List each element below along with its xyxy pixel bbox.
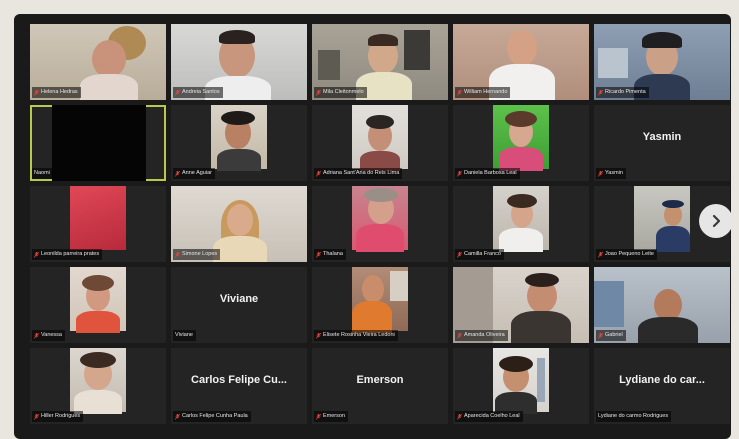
participant-name-label: Helena Hedras xyxy=(32,87,81,98)
mic-off-icon xyxy=(316,170,321,177)
mic-off-icon xyxy=(316,413,321,420)
participant-gallery: Helena Hedras Andreia Santos Mila Cleito… xyxy=(30,24,730,439)
participant-display-name: Emerson xyxy=(356,374,404,386)
video-call-window: Helena Hedras Andreia Santos Mila Cleito… xyxy=(14,14,731,439)
participant-video xyxy=(352,267,408,333)
participant-tile[interactable]: Gabriel xyxy=(594,267,730,343)
participant-display-name: Viviane xyxy=(219,293,259,305)
mic-off-icon xyxy=(34,251,39,258)
mic-off-icon xyxy=(175,170,180,177)
participant-name-label: Lydiane do carmo Rodrigues xyxy=(596,411,672,422)
mic-off-icon xyxy=(598,89,603,96)
participant-name-label: Andreia Santos xyxy=(173,87,223,98)
participant-name-label: Camilla Franco xyxy=(455,249,504,260)
participant-name-label: William Hernando xyxy=(455,87,511,98)
mic-off-icon xyxy=(175,251,180,258)
participant-display-name: Lydiane do car... xyxy=(619,374,705,386)
participant-video xyxy=(493,186,549,252)
participant-tile[interactable]: Emerson Emerson xyxy=(312,348,448,424)
participant-tile[interactable]: Ricardo Pimenta xyxy=(594,24,730,100)
participant-name-label: Yasmin xyxy=(596,168,626,179)
mic-off-icon xyxy=(175,413,180,420)
participant-tile[interactable]: Elisete Rosinha Vieira Ledoni xyxy=(312,267,448,343)
mic-off-icon xyxy=(175,89,180,96)
participant-name-label: Adriana Sant'Ana do Reis Lima xyxy=(314,168,403,179)
participant-name-label: Anne Aguiar xyxy=(173,168,215,179)
participant-name-label: Amanda Oliveira xyxy=(455,330,508,341)
mic-off-icon xyxy=(316,332,321,339)
participant-tile[interactable]: Yasmin Yasmin xyxy=(594,105,730,181)
participant-name-label: Carlos Felipe Cunha Paula xyxy=(173,411,251,422)
participant-video xyxy=(70,348,126,414)
participant-name-label: Emerson xyxy=(314,411,349,422)
participant-tile[interactable]: Thalana xyxy=(312,186,448,262)
participant-name-label: Viviane xyxy=(173,330,196,341)
participant-video xyxy=(493,348,549,414)
participant-video xyxy=(70,186,126,250)
mic-off-icon xyxy=(598,251,603,258)
mic-off-icon xyxy=(457,251,462,258)
participant-tile[interactable]: Adriana Sant'Ana do Reis Lima xyxy=(312,105,448,181)
mic-off-icon xyxy=(34,413,39,420)
participant-tile[interactable]: William Hernando xyxy=(453,24,589,100)
participant-name-label: Naomi xyxy=(32,168,53,179)
mic-off-icon xyxy=(457,413,462,420)
participant-video xyxy=(211,105,267,171)
participant-name-label: Vanessa xyxy=(32,330,65,341)
mic-off-icon xyxy=(34,89,39,96)
mic-off-icon xyxy=(316,251,321,258)
mic-off-icon xyxy=(598,170,603,177)
participant-name-label: Leonilda parreira prates xyxy=(32,249,103,260)
participant-display-name: Yasmin xyxy=(642,131,682,143)
participant-tile[interactable]: Camilla Franco xyxy=(453,186,589,262)
participant-tile[interactable]: Vanessa xyxy=(30,267,166,343)
participant-tile[interactable]: Hiller Rodrigues xyxy=(30,348,166,424)
participant-name-label: Elisete Rosinha Vieira Ledoni xyxy=(314,330,398,341)
participant-display-name: Carlos Felipe Cu... xyxy=(191,374,287,386)
participant-name-label: Hiller Rodrigues xyxy=(32,411,84,422)
participant-tile[interactable]: Viviane Viviane xyxy=(171,267,307,343)
participant-tile[interactable]: Anne Aguiar xyxy=(171,105,307,181)
participant-tile[interactable]: Andreia Santos xyxy=(171,24,307,100)
participant-name-label: Mila Cleitonmelo xyxy=(314,87,367,98)
participant-video xyxy=(70,267,126,333)
mic-off-icon xyxy=(34,332,39,339)
participant-name-label: Thalana xyxy=(314,249,346,260)
mic-off-icon xyxy=(457,332,462,339)
participant-name-label: Ricardo Pimenta xyxy=(596,87,649,98)
participant-tile[interactable]: Leonilda parreira prates xyxy=(30,186,166,262)
participant-tile[interactable]: Daniela Barbosa Leal xyxy=(453,105,589,181)
next-page-button[interactable] xyxy=(699,204,731,238)
participant-video xyxy=(352,186,408,252)
participant-video xyxy=(352,105,408,171)
participant-video xyxy=(634,186,690,252)
mic-off-icon xyxy=(316,89,321,96)
participant-name-label: Gabriel xyxy=(596,330,626,341)
participant-tile[interactable]: Lydiane do car... Lydiane do carmo Rodri… xyxy=(594,348,730,424)
mic-off-icon xyxy=(457,170,462,177)
participant-tile[interactable]: Helena Hedras xyxy=(30,24,166,100)
participant-tile[interactable]: Amanda Oliveira xyxy=(453,267,589,343)
participant-name-label: Joao Pequeno Leite xyxy=(596,249,657,260)
participant-name-label: Daniela Barbosa Leal xyxy=(455,168,520,179)
participant-tile[interactable]: Simone Lopes xyxy=(171,186,307,262)
participant-tile[interactable]: Aparecida Coelho Leal xyxy=(453,348,589,424)
participant-name-label: Aparecida Coelho Leal xyxy=(455,411,523,422)
mic-off-icon xyxy=(598,332,603,339)
participant-tile[interactable]: Mila Cleitonmelo xyxy=(312,24,448,100)
chevron-right-icon xyxy=(712,214,721,228)
participant-tile[interactable]: Carlos Felipe Cu... Carlos Felipe Cunha … xyxy=(171,348,307,424)
participant-video xyxy=(493,105,549,171)
participant-name-label: Simone Lopes xyxy=(173,249,221,260)
participant-tile-active-speaker[interactable]: Naomi xyxy=(30,105,166,181)
participant-video xyxy=(52,105,146,181)
mic-off-icon xyxy=(457,89,462,96)
